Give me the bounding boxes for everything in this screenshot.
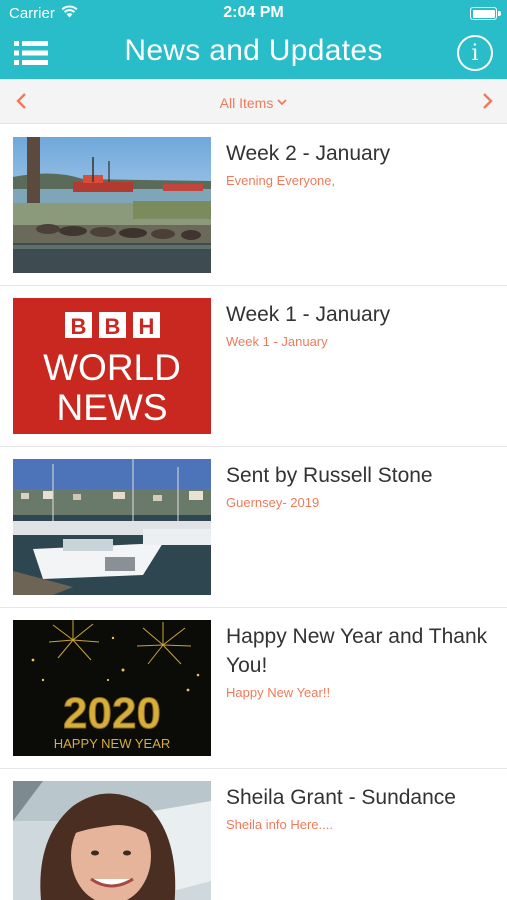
item-subtitle: Sheila info Here....	[226, 817, 333, 832]
item-subtitle: Week 1 - January	[226, 334, 328, 349]
bbh-world-news-logo: B B H WORLD NEWS	[13, 298, 211, 434]
item-title: Week 1 - January	[226, 303, 391, 326]
chevron-right-icon	[483, 93, 493, 109]
news-item[interactable]: Sheila Grant - Sundance Sheila info Here…	[0, 769, 507, 900]
item-title: Sent by Russell Stone	[226, 464, 433, 487]
page-title: News and Updates	[124, 34, 383, 67]
item-title: Week 2 - January	[226, 142, 391, 165]
chevron-down-icon	[277, 93, 287, 109]
news-item[interactable]: Sent by Russell Stone Guernsey- 2019	[0, 447, 507, 608]
logo-line-world: WORLD	[43, 347, 181, 388]
filter-dropdown[interactable]: All Items	[0, 93, 507, 111]
news-item[interactable]: B B H WORLD NEWS Week 1 - January Week 1…	[0, 286, 507, 447]
fireworks-2020-image: 2020 HAPPY NEW YEAR	[13, 620, 211, 756]
next-button[interactable]	[477, 91, 497, 111]
battery-icon	[470, 7, 501, 20]
item-title: Happy New Year and Thank You!	[226, 625, 488, 677]
news-item[interactable]: 2020 HAPPY NEW YEAR Happy New Year and T…	[0, 608, 507, 769]
harbour-seals-photo	[13, 137, 211, 273]
item-title: Sheila Grant - Sundance	[226, 786, 456, 809]
logo-letter: H	[139, 314, 155, 339]
status-bar: Carrier 2:04 PM	[0, 0, 507, 28]
status-time: 2:04 PM	[223, 4, 284, 21]
info-icon: i	[471, 41, 479, 66]
item-subtitle: Guernsey- 2019	[226, 495, 320, 510]
logo-line-news: NEWS	[57, 387, 168, 428]
logo-letter: B	[105, 314, 121, 339]
item-subtitle: Evening Everyone,	[226, 173, 336, 188]
info-button[interactable]: i	[457, 35, 493, 71]
year-text: 2020	[63, 689, 161, 738]
app-header: Carrier 2:04 PM News and Updates i	[0, 0, 507, 79]
news-item[interactable]: Week 2 - January Evening Everyone,	[0, 125, 507, 286]
logo-letter: B	[71, 314, 87, 339]
filter-bar: All Items	[0, 79, 507, 124]
filter-label: All Items	[219, 95, 274, 111]
greeting-text: HAPPY NEW YEAR	[54, 736, 171, 751]
item-subtitle: Happy New Year!!	[226, 685, 331, 700]
portrait-photo	[13, 781, 211, 900]
news-list: Week 2 - January Evening Everyone, B B H…	[0, 125, 507, 900]
marina-boats-photo	[13, 459, 211, 595]
